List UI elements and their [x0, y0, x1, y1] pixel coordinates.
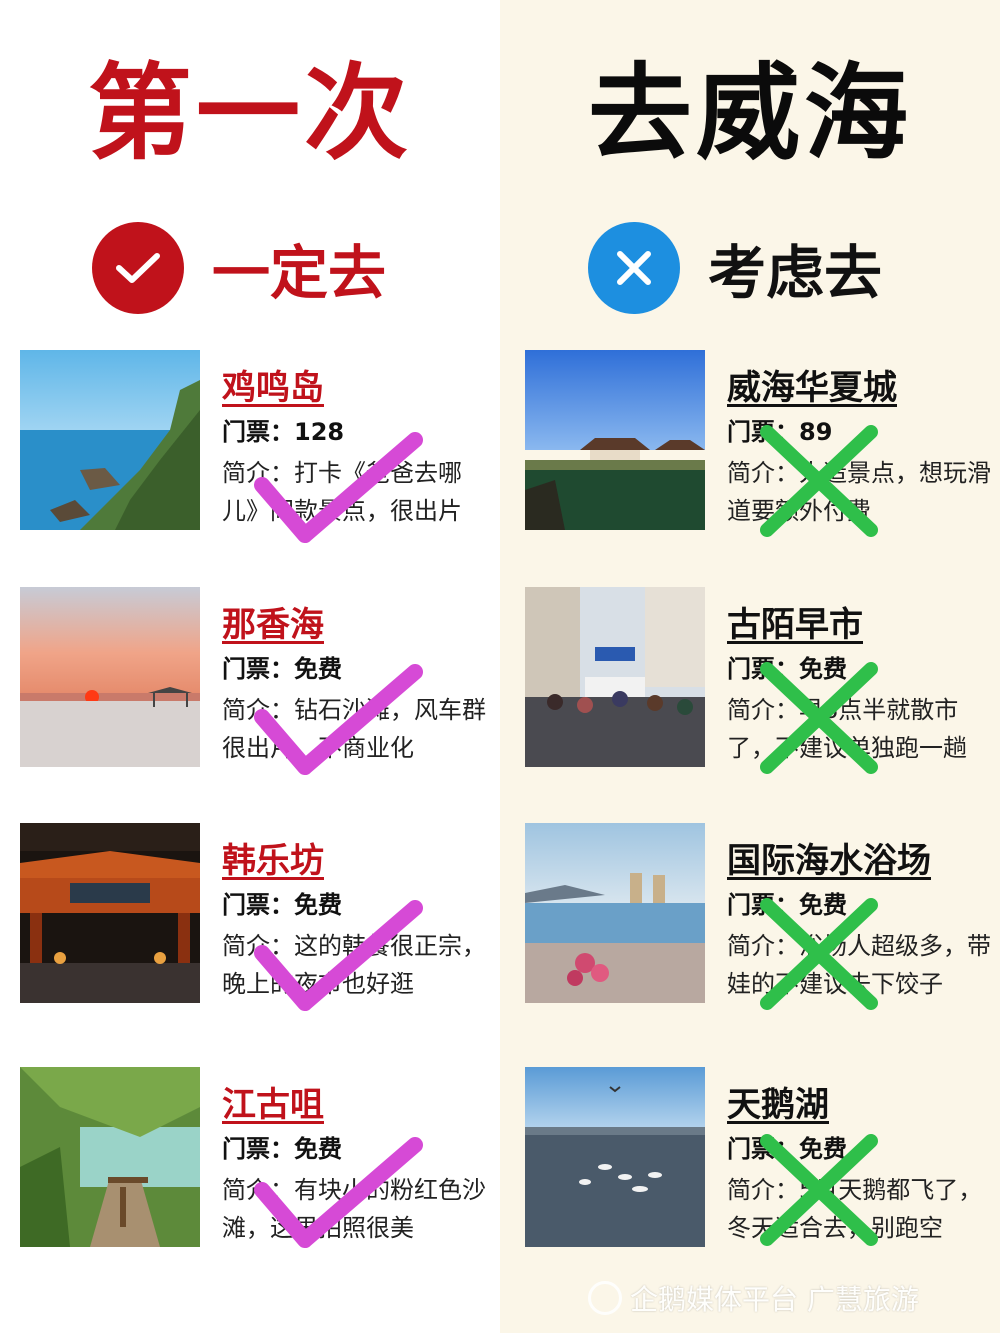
spot-desc: 简介：人造景点，想玩滑道要额外付费 [727, 459, 991, 525]
spot-name[interactable]: 古陌早市 [727, 605, 997, 645]
spot-desc: 简介：打卡《爸爸去哪儿》同款景点，很出片 [222, 459, 462, 525]
spot-name[interactable]: 鸡鸣岛 [222, 368, 492, 408]
spot-info: 国际海水浴场 门票：免费 简介：浴场人超级多，带娃的不建议去下饺子 [727, 841, 997, 1003]
consider-label: 考虑去 [708, 239, 883, 307]
crowded-beach-photo [525, 823, 705, 1003]
spot-name[interactable]: 天鹅湖 [727, 1085, 997, 1125]
page-title-right: 去威海 [587, 52, 912, 174]
street-market-photo [525, 587, 705, 767]
spot-info: 鸡鸣岛 门票：128 简介：打卡《爸爸去哪儿》同款景点，很出片 [222, 368, 492, 530]
spot-name[interactable]: 那香海 [222, 605, 492, 645]
spot-name[interactable]: 威海华夏城 [727, 368, 997, 408]
spot-card-haishui-yuchang: 国际海水浴场 门票：免费 简介：浴场人超级多，带娃的不建议去下饺子 [525, 823, 1000, 1010]
spot-desc: 简介：这的韩餐很正宗，晚上的夜市也好逛 [222, 932, 486, 998]
spot-card-jimingdao: 鸡鸣岛 门票：128 简介：打卡《爸爸去哪儿》同款景点，很出片 [20, 350, 500, 543]
spot-info: 威海华夏城 门票：89 简介：人造景点，想玩滑道要额外付费 [727, 368, 997, 530]
page-title-left: 第一次 [87, 52, 412, 174]
spot-name[interactable]: 国际海水浴场 [727, 841, 997, 881]
green-path-photo [20, 1067, 200, 1247]
must-go-tag: 一定去 [92, 222, 386, 314]
check-circle-icon [92, 222, 184, 314]
spot-desc: 简介：5月天鹅都飞了，冬天适合去，别跑空 [727, 1176, 983, 1242]
swan-lake-photo [525, 1067, 705, 1247]
consider-tag: 考虑去 [588, 222, 882, 314]
spot-name[interactable]: 江古咀 [222, 1085, 492, 1125]
spot-card-tiane-hu: 天鹅湖 门票：免费 简介：5月天鹅都飞了，冬天适合去，别跑空 [525, 1067, 1000, 1247]
spot-ticket: 门票：免费 [222, 891, 342, 919]
spot-card-huaxiacheng: 威海华夏城 门票：89 简介：人造景点，想玩滑道要额外付费 [525, 350, 1000, 537]
watermark: 企鹅媒体平台 广慧旅游 [588, 1278, 919, 1318]
cross-circle-icon [588, 222, 680, 314]
night-gate-photo [20, 823, 200, 1003]
spot-ticket: 门票：免费 [727, 891, 847, 919]
spot-card-naxianghai: 那香海 门票：免费 简介：钻石沙滩，风车群很出片，不商业化 [20, 587, 500, 775]
watermark-text: 企鹅媒体平台 广慧旅游 [630, 1283, 919, 1316]
spot-info: 江古咀 门票：免费 简介：有块小的粉红色沙滩，这里拍照很美 [222, 1085, 492, 1247]
spot-desc: 简介：早8点半就散市了，不建议单独跑一趟 [727, 696, 967, 762]
must-go-label: 一定去 [212, 239, 387, 307]
penguin-logo-icon [588, 1281, 622, 1315]
spot-ticket: 门票：89 [727, 418, 833, 446]
sea-cliff-photo [20, 350, 200, 530]
spot-ticket: 门票：免费 [727, 1135, 847, 1163]
spot-ticket: 门票：免费 [727, 655, 847, 683]
spot-desc: 简介：浴场人超级多，带娃的不建议去下饺子 [727, 932, 991, 998]
spot-info: 韩乐坊 门票：免费 简介：这的韩餐很正宗，晚上的夜市也好逛 [222, 841, 492, 1003]
spot-ticket: 门票：128 [222, 418, 345, 446]
sunset-beach-photo [20, 587, 200, 767]
spot-card-jiangguju: 江古咀 门票：免费 简介：有块小的粉红色沙滩，这里拍照很美 [20, 1067, 500, 1248]
spot-card-gumo-market: 古陌早市 门票：免费 简介：早8点半就散市了，不建议单独跑一趟 [525, 587, 1000, 774]
spot-card-hanlefang: 韩乐坊 门票：免费 简介：这的韩餐很正宗，晚上的夜市也好逛 [20, 823, 500, 1011]
spot-info: 那香海 门票：免费 简介：钻石沙滩，风车群很出片，不商业化 [222, 605, 492, 767]
spot-desc: 简介：钻石沙滩，风车群很出片，不商业化 [222, 696, 486, 762]
palace-lake-photo [525, 350, 705, 530]
spot-name[interactable]: 韩乐坊 [222, 841, 492, 881]
spot-ticket: 门票：免费 [222, 655, 342, 683]
spot-ticket: 门票：免费 [222, 1135, 342, 1163]
spot-info: 天鹅湖 门票：免费 简介：5月天鹅都飞了，冬天适合去，别跑空 [727, 1085, 997, 1247]
spot-info: 古陌早市 门票：免费 简介：早8点半就散市了，不建议单独跑一趟 [727, 605, 997, 767]
spot-desc: 简介：有块小的粉红色沙滩，这里拍照很美 [222, 1176, 486, 1242]
